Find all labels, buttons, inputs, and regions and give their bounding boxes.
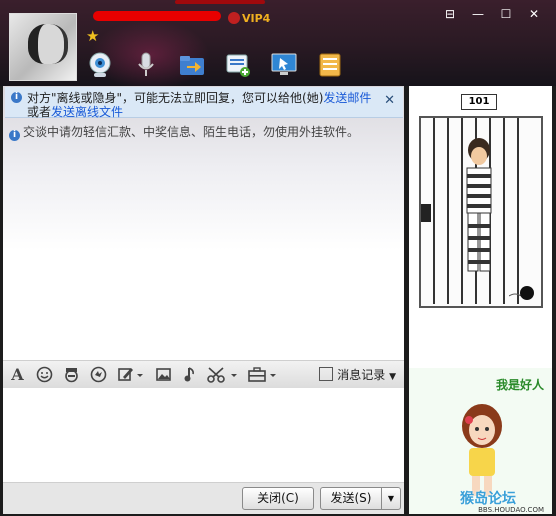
image-icon[interactable] — [155, 366, 172, 383]
jail-show-image: 101 — [409, 86, 552, 314]
notice-or-text: 或者 — [27, 105, 52, 119]
jail-bar — [447, 118, 449, 304]
video-call-icon — [89, 52, 111, 77]
bottom-button-bar: 关闭(C) 发送(S) ▼ — [3, 482, 404, 514]
message-history-button[interactable]: 消息记录 ▼ — [319, 366, 396, 383]
send-email-link[interactable]: 发送邮件 — [323, 91, 371, 105]
send-button[interactable]: 发送(S) — [320, 487, 382, 510]
minimize-button[interactable]: — — [466, 6, 490, 23]
vip-level: VIP4 — [242, 12, 271, 25]
chevron-down-icon: ▼ — [389, 372, 396, 382]
lady-show-image: 我是好人 猴岛论坛 BBS.HOUDAO.COM — [409, 368, 552, 514]
video-call-button[interactable] — [84, 50, 116, 80]
skin-menu-button[interactable]: ⊟ — [438, 6, 462, 23]
voice-call-button[interactable] — [130, 50, 162, 80]
folder-arrow-icon — [180, 56, 204, 75]
jail-bar — [517, 118, 519, 304]
close-button[interactable]: 关闭(C) — [242, 487, 314, 510]
screenshot-icon[interactable] — [207, 366, 239, 383]
apps-button[interactable] — [314, 50, 346, 80]
cell-number-sign: 101 — [461, 94, 497, 110]
window-controls: ⊟ — ☐ ✕ — [434, 6, 546, 23]
monitor-icon — [271, 53, 297, 75]
jail-lock-icon — [421, 204, 431, 222]
ball-and-chain-icon — [509, 286, 534, 300]
show-caption: 我是好人 — [495, 378, 544, 392]
window-header: ★ VIP4 ⊟ — ☐ ✕ — [0, 0, 556, 90]
apps-icon — [319, 53, 341, 77]
toolbox-icon[interactable] — [247, 366, 279, 383]
forum-url: BBS.HOUDAO.COM — [478, 506, 544, 514]
doodle-icon[interactable] — [117, 366, 145, 383]
avatar-face — [28, 24, 68, 64]
close-window-button[interactable]: ✕ — [522, 6, 546, 23]
remote-desktop-button[interactable] — [268, 50, 300, 80]
microphone-icon — [138, 52, 154, 76]
send-options-dropdown[interactable]: ▼ — [381, 487, 401, 510]
maximize-button[interactable]: ☐ — [494, 6, 518, 23]
jail-bar — [503, 118, 505, 304]
contact-avatar[interactable] — [9, 13, 77, 81]
info-icon: i — [9, 130, 20, 141]
chat-toolbar — [84, 50, 360, 80]
history-label: 消息记录 — [337, 368, 386, 382]
close-notice-button[interactable]: ✕ — [384, 93, 395, 108]
prisoner-avatar — [466, 138, 492, 272]
shake-window-icon[interactable] — [90, 366, 107, 383]
redacted-signature — [175, 0, 265, 4]
chat-history-area[interactable]: i 对方"离线或隐身"，可能无法立即回复，您可以给他(她)发送邮件 或者发送离线… — [3, 86, 404, 360]
chat-window: ★ VIP4 ⊟ — ☐ ✕ i 对方"离线或隐身"，可能无法立即回复，您可以给… — [0, 0, 556, 516]
redacted-contact-name — [93, 11, 221, 21]
system-message: i 交谈中请勿轻信汇款、中奖信息、陌生电话，勿使用外挂软件。 — [9, 123, 359, 141]
vip-badge[interactable]: VIP4 — [228, 12, 270, 25]
history-icon — [319, 367, 334, 381]
offline-notice-bar: i 对方"离线或隐身"，可能无法立即回复，您可以给他(她)发送邮件 或者发送离线… — [5, 87, 403, 120]
penguin-icon — [228, 12, 240, 24]
system-message-text: 交谈中请勿轻信汇款、中奖信息、陌生电话，勿使用外挂软件。 — [23, 125, 360, 139]
font-icon[interactable]: A — [9, 366, 26, 383]
message-add-icon — [226, 54, 250, 77]
emoji-icon[interactable] — [36, 366, 53, 383]
send-message-button[interactable] — [222, 50, 254, 80]
info-icon: i — [11, 92, 22, 103]
music-icon[interactable] — [182, 366, 199, 383]
jail-bar — [433, 118, 435, 304]
star-icon: ★ — [86, 27, 100, 45]
magic-emoji-icon[interactable] — [63, 366, 80, 383]
send-file-button[interactable] — [176, 50, 208, 80]
notice-line-2: 或者发送离线文件 — [27, 103, 123, 120]
send-offline-file-link[interactable]: 发送离线文件 — [51, 105, 123, 119]
message-input[interactable] — [3, 388, 404, 482]
girl-avatar — [462, 404, 502, 496]
format-toolbar: A 消息记录 ▼ — [3, 360, 404, 389]
contact-show-panel: 101 我是好人 猴岛论坛 BBS.HOUDAO.COM — [409, 86, 552, 514]
